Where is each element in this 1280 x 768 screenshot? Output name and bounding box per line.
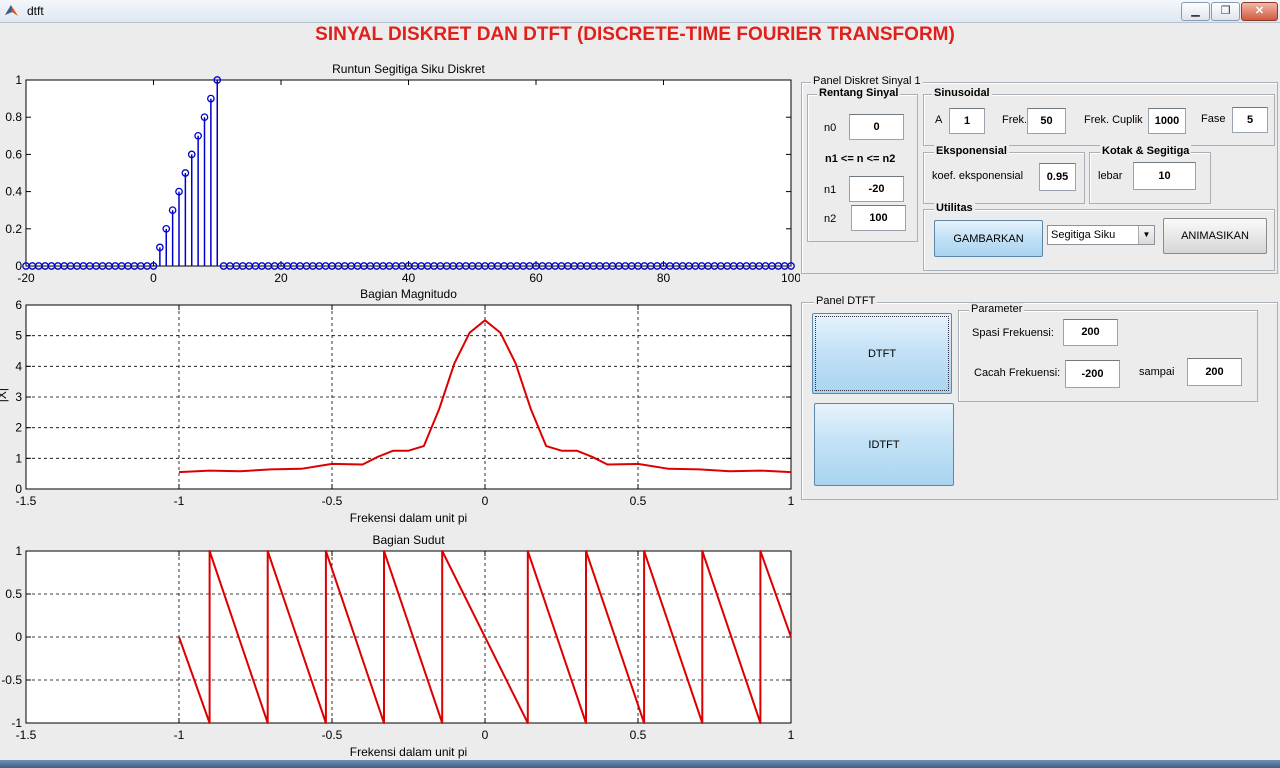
sampai-label: sampai xyxy=(1139,366,1175,378)
stem-chart: -20 0 20 40 60 80 10000.20.40.60.81Runtun Segi… xyxy=(5,62,800,285)
magnitude-title: Bagian Magnitudo xyxy=(360,287,457,301)
lebar-label: lebar xyxy=(1098,170,1123,182)
gambarkan-button[interactable]: GAMBARKAN xyxy=(934,220,1043,257)
n0-input[interactable]: 0 xyxy=(849,114,904,140)
magnitude-y-tick-label: 6 xyxy=(15,298,22,312)
window-title: dtft xyxy=(27,4,44,18)
magnitude-y-tick-label: 1 xyxy=(15,451,22,465)
maximize-button[interactable]: ❐ xyxy=(1211,2,1240,21)
signal-type-value: Segitiga Siku xyxy=(1051,229,1116,241)
animasikan-button[interactable]: ANIMASIKAN xyxy=(1163,218,1267,254)
condition-label: n1 <= n <= n2 xyxy=(825,153,896,165)
magnitude-y-tick-label: 5 xyxy=(15,329,22,343)
parameter-title: Parameter xyxy=(969,303,1025,315)
n1-input[interactable]: -20 xyxy=(849,176,904,202)
phase-y-tick-label: 1 xyxy=(15,544,22,558)
stem-title: Runtun Segitiga Siku Diskret xyxy=(332,62,485,76)
utilitas-title: Utilitas xyxy=(934,202,975,214)
stem-y-tick-label: 1 xyxy=(15,73,22,87)
phase-x-tick-label: -0.5 xyxy=(322,728,343,742)
phase-title: Bagian Sudut xyxy=(372,533,445,547)
taskbar xyxy=(0,760,1280,768)
phase-x-tick-label: 1 xyxy=(788,728,795,742)
phase-chart: -1.5 -1 -0.5 0 0.5 1-1-0.500.51Bagian SudutFr… xyxy=(1,533,795,759)
cacah-frekuensi-input[interactable]: -200 xyxy=(1065,360,1120,388)
phase-x-tick-label: 0 xyxy=(482,728,489,742)
frek-input[interactable]: 50 xyxy=(1027,108,1066,134)
phase-y-tick-label: -0.5 xyxy=(1,673,22,687)
phase-y-tick-label: 0.5 xyxy=(5,587,22,601)
eksponensial-title: Eksponensial xyxy=(934,145,1009,157)
n2-label: n2 xyxy=(824,213,837,225)
magnitude-y-tick-label: 2 xyxy=(15,421,22,435)
phase-x-label: Frekensi dalam unit pi xyxy=(350,745,467,759)
magnitude-x-tick-label: -1 xyxy=(174,494,185,508)
stem-y-tick-label: 0.2 xyxy=(5,222,22,236)
magnitude-y-label: |X| xyxy=(0,388,9,402)
magnitude-x-label: Frekensi dalam unit pi xyxy=(350,511,467,525)
n2-input[interactable]: 100 xyxy=(851,205,906,231)
main-title: SINYAL DISKRET DAN DTFT (DISCRETE-TIME F… xyxy=(315,24,955,45)
chevron-down-icon[interactable]: ▼ xyxy=(1138,226,1154,244)
rentang-title: Rentang Sinyal xyxy=(817,87,901,99)
frek-label: Frek. xyxy=(1002,114,1028,126)
sampai-input[interactable]: 200 xyxy=(1187,358,1242,386)
cacah-frekuensi-label: Cacah Frekuensi: xyxy=(974,367,1061,379)
stem-y-tick-label: 0.4 xyxy=(5,185,22,199)
frek-cuplik-label: Frek. Cuplik xyxy=(1084,114,1143,126)
koef-eksponensial-label: koef. eksponensial xyxy=(932,170,1024,182)
stem-y-tick-label: 0 xyxy=(15,259,22,273)
kotak-segitiga-title: Kotak & Segitiga xyxy=(1100,145,1192,157)
magnitude-x-tick-label: 0 xyxy=(482,494,489,508)
phase-x-tick-label: 0.5 xyxy=(630,728,647,742)
panel-diskret-title: Panel Diskret Sinyal 1 xyxy=(811,75,923,87)
stem-plot-area xyxy=(26,80,791,266)
magnitude-x-tick-label: 0.5 xyxy=(630,494,647,508)
n1-label: n1 xyxy=(824,184,837,196)
spasi-frekuensi-label: Spasi Frekuensi: xyxy=(972,327,1054,339)
magnitude-chart: -1.5 -1 -0.5 0 0.5 1 0 1 2 3 4 5 6 Bagian Magnitudo Fr… xyxy=(0,287,795,525)
magnitude-y-tick-label: 0 xyxy=(15,482,22,496)
frek-cuplik-input[interactable]: 1000 xyxy=(1148,108,1186,134)
a-input[interactable]: 1 xyxy=(949,108,985,134)
phase-y-tick-label: -1 xyxy=(11,716,22,730)
magnitude-y-tick-label: 4 xyxy=(15,359,22,373)
phase-x-tick-label: -1 xyxy=(174,728,185,742)
magnitude-x-tick-label: -0.5 xyxy=(322,494,343,508)
spasi-frekuensi-input[interactable]: 200 xyxy=(1063,319,1118,346)
magnitude-y-tick-label: 3 xyxy=(15,390,22,404)
sinusoidal-title: Sinusoidal xyxy=(932,87,992,99)
magnitude-x-tick-label: 1 xyxy=(788,494,795,508)
dtft-button[interactable]: DTFT xyxy=(812,313,952,394)
fase-label: Fase xyxy=(1201,113,1226,125)
signal-type-select[interactable]: Segitiga Siku ▼ xyxy=(1047,225,1155,245)
magnitude-x-tick-label: -1.5 xyxy=(16,494,37,508)
matlab-icon xyxy=(5,5,18,16)
panel-dtft-title: Panel DTFT xyxy=(814,295,878,307)
koef-eksponensial-input[interactable]: 0.95 xyxy=(1039,163,1076,191)
idtft-button[interactable]: IDTFT xyxy=(814,403,954,486)
close-button[interactable]: ✕ xyxy=(1241,2,1278,21)
lebar-input[interactable]: 10 xyxy=(1133,162,1196,190)
a-label: A xyxy=(935,114,943,126)
minimize-button[interactable]: ▁ xyxy=(1181,2,1210,21)
stem-y-tick-label: 0.6 xyxy=(5,147,22,161)
stem-y-tick-label: 0.8 xyxy=(5,110,22,124)
n0-label: n0 xyxy=(824,122,837,134)
phase-x-tick-label: -1.5 xyxy=(16,728,37,742)
phase-y-tick-label: 0 xyxy=(15,630,22,644)
fase-input[interactable]: 5 xyxy=(1232,107,1268,133)
window-titlebar: dtft ▁ ❐ ✕ xyxy=(0,0,1280,23)
